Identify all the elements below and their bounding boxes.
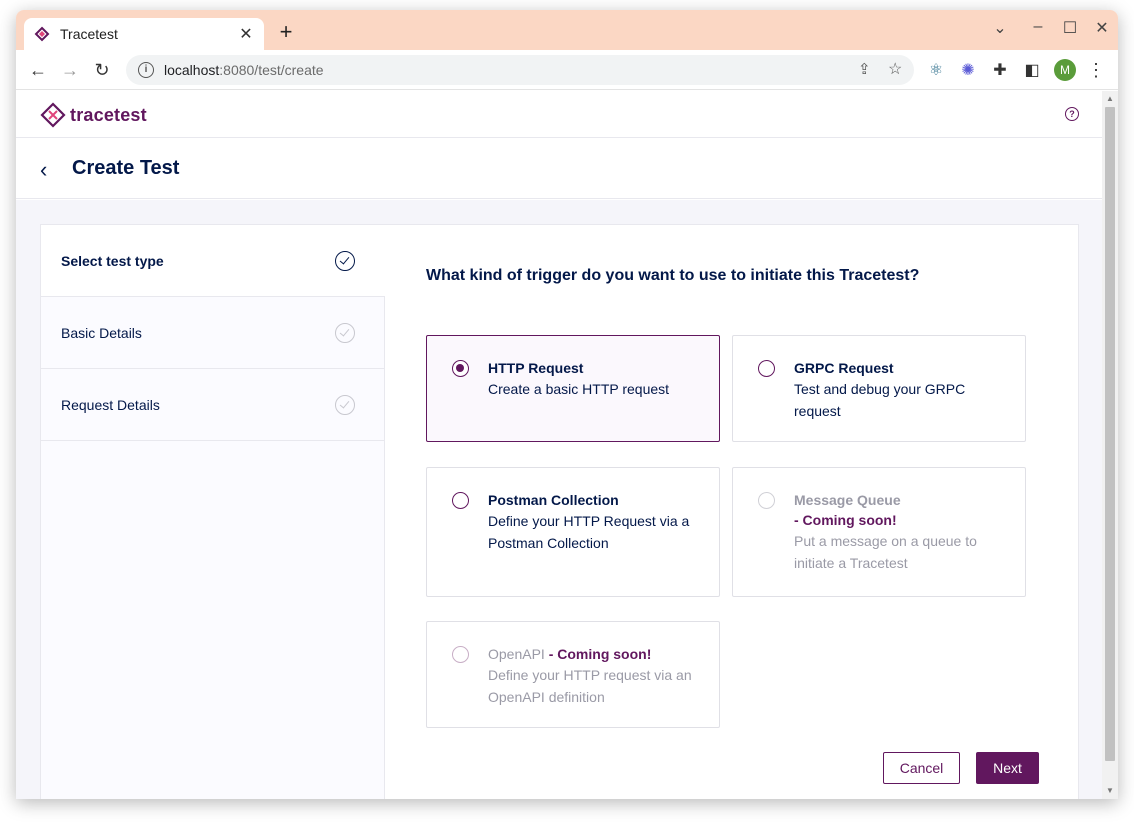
check-circle-icon <box>335 250 355 271</box>
coming-soon-label: - Coming soon! <box>794 512 897 528</box>
coming-soon-label: - Coming soon! <box>544 646 652 662</box>
side-panel-icon[interactable]: ◧ <box>1020 58 1044 82</box>
extension-gear-icon[interactable]: ✺ <box>956 58 980 82</box>
help-icon[interactable]: ? <box>1065 107 1079 121</box>
scroll-up-icon[interactable]: ▲ <box>1105 94 1115 104</box>
option-title: GRPC Request <box>794 360 894 376</box>
scroll-down-icon[interactable]: ▼ <box>1105 786 1115 796</box>
new-tab-icon[interactable]: + <box>274 21 298 45</box>
maximize-icon[interactable]: ☐ <box>1058 18 1082 38</box>
url-path: :8080/test/create <box>219 62 324 78</box>
step-label: Basic Details <box>61 324 142 341</box>
step-request-details[interactable]: Request Details <box>41 369 385 441</box>
steps-sidebar: Select test type Basic Details Request D… <box>41 225 385 799</box>
option-desc: Put a message on a queue to initiate a T… <box>794 533 977 571</box>
trigger-question: What kind of trigger do you want to use … <box>426 267 920 284</box>
radio-button <box>758 492 775 509</box>
logo-text: tracetest <box>70 104 147 125</box>
tab-search-icon[interactable]: ⌄ <box>988 18 1012 38</box>
step-label: Request Details <box>61 396 160 413</box>
next-button[interactable]: Next <box>976 752 1039 784</box>
option-http-request[interactable]: HTTP Request Create a basic HTTP request <box>426 335 720 442</box>
option-openapi: OpenAPI - Coming soon! Define your HTTP … <box>426 621 720 728</box>
address-bar[interactable]: i localhost:8080/test/create ⇪ ☆ <box>126 55 914 85</box>
main-content: Select test type Basic Details Request D… <box>16 200 1102 799</box>
option-title: Message Queue - Coming soon! <box>794 490 1005 530</box>
profile-avatar[interactable]: M <box>1054 59 1076 81</box>
tracetest-logo-icon <box>40 102 66 128</box>
scrollbar-thumb[interactable] <box>1105 107 1115 761</box>
option-title: OpenAPI - Coming soon! <box>488 644 699 664</box>
app-header: tracetest ? <box>16 91 1102 138</box>
reload-icon[interactable]: ↻ <box>90 58 114 82</box>
step-select-test-type[interactable]: Select test type <box>41 225 385 297</box>
react-devtools-icon[interactable]: ⚛ <box>924 58 948 82</box>
cancel-button[interactable]: Cancel <box>883 752 960 784</box>
bookmark-star-icon[interactable]: ☆ <box>888 59 902 79</box>
option-title: HTTP Request <box>488 360 584 376</box>
tab-close-icon[interactable]: ✕ <box>238 24 254 44</box>
radio-button[interactable] <box>452 492 469 509</box>
page-scrollbar[interactable]: ▲ ▼ <box>1102 91 1118 799</box>
extensions-puzzle-icon[interactable]: ✚ <box>988 58 1012 82</box>
page-title-bar: ‹ Create Test <box>16 139 1102 199</box>
radio-button <box>452 646 469 663</box>
option-grpc-request[interactable]: GRPC Request Test and debug your GRPC re… <box>732 335 1026 442</box>
option-postman-collection[interactable]: Postman Collection Define your HTTP Requ… <box>426 467 720 597</box>
option-desc: Define your HTTP Request via a Postman C… <box>488 513 690 551</box>
back-arrow-icon[interactable]: ← <box>26 58 50 82</box>
option-title: Postman Collection <box>488 492 619 508</box>
option-title-text: Message Queue <box>794 492 901 508</box>
step-label: Select test type <box>61 252 164 269</box>
url-host: localhost <box>164 62 220 78</box>
browser-tab[interactable]: Tracetest ✕ <box>24 18 264 50</box>
check-circle-icon <box>335 322 355 343</box>
page-content: tracetest ? ‹ Create Test Select test ty… <box>16 91 1102 799</box>
create-test-card: Select test type Basic Details Request D… <box>40 224 1079 799</box>
browser-toolbar: ← → ↻ i localhost:8080/test/create ⇪ ☆ ⚛… <box>16 50 1118 90</box>
forward-arrow-icon[interactable]: → <box>58 58 82 82</box>
check-circle-icon <box>335 394 355 415</box>
option-message-queue: Message Queue - Coming soon! Put a messa… <box>732 467 1026 597</box>
site-info-icon[interactable]: i <box>138 62 154 78</box>
browser-window: Tracetest ✕ + ⌄ – ☐ ✕ ← → ↻ i localhost:… <box>16 10 1118 799</box>
tracetest-logo[interactable]: tracetest <box>40 102 147 128</box>
option-desc: Create a basic HTTP request <box>488 381 670 397</box>
radio-button[interactable] <box>452 360 469 377</box>
page-title: Create Test <box>72 157 180 179</box>
radio-button[interactable] <box>758 360 775 377</box>
step-basic-details[interactable]: Basic Details <box>41 297 385 369</box>
tab-title: Tracetest <box>60 26 118 42</box>
option-desc: Define your HTTP request via an OpenAPI … <box>488 667 692 705</box>
back-chevron-icon[interactable]: ‹ <box>40 157 47 183</box>
minimize-icon[interactable]: – <box>1026 18 1050 36</box>
close-window-icon[interactable]: ✕ <box>1090 18 1114 38</box>
share-icon[interactable]: ⇪ <box>858 60 871 78</box>
option-title-text: OpenAPI <box>488 646 545 662</box>
tab-strip: Tracetest ✕ + ⌄ – ☐ ✕ <box>16 10 1118 50</box>
tracetest-favicon-icon <box>34 26 50 42</box>
option-desc: Test and debug your GRPC request <box>794 381 966 419</box>
menu-kebab-icon[interactable]: ⋮ <box>1084 58 1108 82</box>
